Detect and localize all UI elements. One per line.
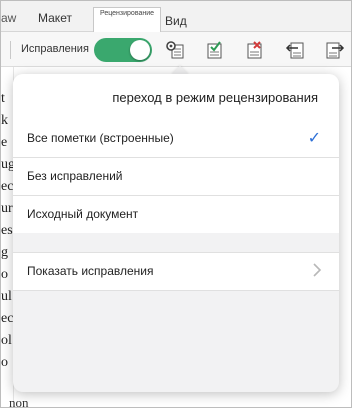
checkmark-icon: ✓ <box>307 130 321 147</box>
show-markup-row[interactable]: Показать исправления <box>13 252 339 291</box>
document-footer-fragment: non <box>9 395 29 408</box>
next-change-icon[interactable] <box>324 39 346 61</box>
tab-review[interactable]: Рецензирование <box>93 7 161 32</box>
tab-layout[interactable]: Макет <box>38 11 72 25</box>
track-changes-label: Исправления <box>21 43 89 55</box>
document-text-line: ul <box>1 289 12 304</box>
document-text-line: es <box>1 223 13 238</box>
markup-options-list: Все пометки (встроенные) ✓ Без исправлен… <box>13 120 339 233</box>
toolbar-separator <box>10 41 11 59</box>
option-no-markup[interactable]: Без исправлений <box>13 158 339 196</box>
document-text-line: ol <box>1 333 12 348</box>
option-all-markup[interactable]: Все пометки (встроенные) ✓ <box>13 120 339 158</box>
option-original[interactable]: Исходный документ <box>13 196 339 233</box>
document-text-line: k <box>1 113 8 128</box>
show-markup-label: Показать исправления <box>27 264 154 278</box>
previous-change-icon[interactable] <box>284 39 306 61</box>
tab-view[interactable]: Вид <box>165 14 187 28</box>
toggle-knob <box>130 40 150 60</box>
display-for-review-popover: переход в режим рецензирования Все помет… <box>13 74 339 392</box>
document-text-line: g <box>1 245 8 260</box>
document-text-line: e <box>1 135 8 150</box>
reject-change-icon[interactable] <box>243 39 265 61</box>
document-text-line: ur <box>1 201 13 216</box>
document-text-line: ec <box>1 311 14 326</box>
document-text-line: o <box>1 355 8 370</box>
option-label: Без исправлений <box>27 169 123 183</box>
option-label: Исходный документ <box>27 207 139 221</box>
display-for-review-icon[interactable] <box>164 39 186 61</box>
chevron-right-icon <box>313 263 322 277</box>
document-text-line: o <box>1 267 8 282</box>
tab-draw[interactable]: aw <box>1 11 16 25</box>
track-changes-toggle[interactable] <box>94 38 152 62</box>
document-text-line: t <box>1 91 5 106</box>
document-text-line: ec <box>1 179 14 194</box>
app-window: aw Макет Рецензирование Вид Исправления <box>0 0 352 408</box>
popover-header: переход в режим рецензирования <box>13 74 339 121</box>
review-toolbar: Исправления <box>1 32 351 67</box>
option-label: Все пометки (встроенные) <box>27 131 174 145</box>
accept-change-icon[interactable] <box>203 39 225 61</box>
popover-title: переход в режим рецензирования <box>112 90 318 105</box>
ribbon-tab-bar: aw Макет Рецензирование Вид <box>1 1 351 32</box>
